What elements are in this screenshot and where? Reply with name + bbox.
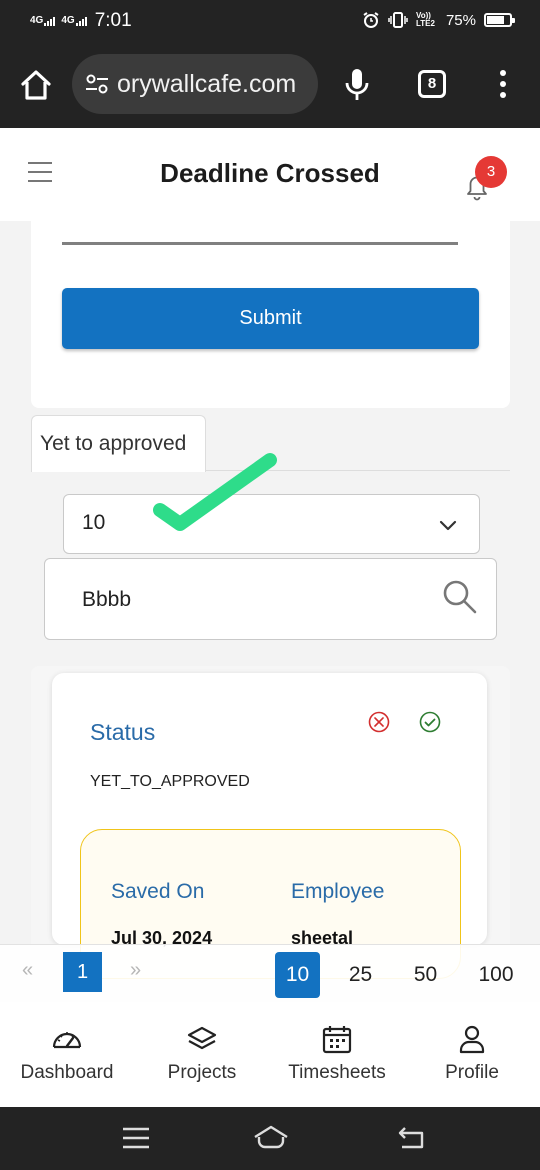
vibrate-icon: [388, 12, 408, 28]
first-page-button[interactable]: «: [22, 959, 33, 982]
clock: 7:01: [94, 10, 132, 31]
dashboard-gauge-icon: [52, 1032, 82, 1049]
current-page-button[interactable]: 1: [63, 952, 102, 992]
page-size-select[interactable]: 10: [63, 494, 480, 554]
saved-on-label: Saved On: [111, 880, 205, 903]
nav-projects[interactable]: Projects: [142, 1024, 262, 1084]
search-value: Bbbb: [82, 588, 132, 611]
next-page-button[interactable]: »: [130, 959, 141, 982]
user-icon: [459, 1025, 485, 1054]
status-value: YET_TO_APPROVED: [90, 773, 250, 790]
nav-timesheets-label: Timesheets: [288, 1062, 386, 1083]
input-underline[interactable]: [62, 242, 458, 245]
chevron-down-icon: [439, 520, 457, 531]
calendar-icon: [322, 1026, 352, 1054]
status-bar: 4G 4G 7:01 Vo)) LTE2 75%: [0, 0, 540, 42]
page-size-option-100[interactable]: 100: [470, 952, 522, 998]
battery-icon: [484, 13, 515, 27]
more-options-icon[interactable]: [498, 70, 508, 102]
nav-dashboard-label: Dashboard: [20, 1062, 114, 1083]
system-navigation-bar: [0, 1107, 540, 1170]
search-icon[interactable]: [441, 578, 479, 616]
page-size-option-50[interactable]: 50: [403, 952, 448, 998]
record-card: Status YET_TO_APPROVED Saved On Employee…: [52, 673, 487, 979]
battery-percent: 75%: [445, 11, 476, 29]
url-text: orywallcafe.com: [117, 70, 297, 98]
pagination-bar: « 1 » 10 25 50 100: [0, 944, 540, 1002]
home-nav-icon[interactable]: [253, 1124, 289, 1152]
nav-projects-label: Projects: [167, 1062, 237, 1083]
tab-divider: [205, 470, 510, 471]
search-input[interactable]: Bbbb: [44, 558, 497, 640]
approve-icon[interactable]: [419, 711, 441, 733]
page-size-option-25[interactable]: 25: [338, 952, 383, 998]
recent-apps-icon[interactable]: [122, 1127, 150, 1149]
nav-timesheets[interactable]: Timesheets: [277, 1024, 397, 1084]
submit-button[interactable]: Submit: [62, 288, 479, 349]
browser-toolbar: orywallcafe.com 8: [0, 42, 540, 128]
form-card: Submit: [31, 221, 510, 408]
home-icon[interactable]: [18, 67, 54, 103]
tab-yet-to-approved[interactable]: Yet to approved: [31, 415, 206, 472]
tab-switcher-button[interactable]: 8: [418, 70, 446, 98]
page-size-option-10[interactable]: 10: [275, 952, 320, 998]
nav-profile-label: Profile: [445, 1062, 499, 1083]
layers-icon: [187, 1026, 217, 1050]
reject-icon[interactable]: [368, 711, 390, 733]
alarm-icon: [363, 12, 379, 28]
employee-label: Employee: [291, 880, 385, 903]
page-size-value: 10: [82, 511, 106, 534]
network-indicator-1: 4G: [30, 16, 56, 26]
network-indicator-2: 4G: [61, 16, 87, 26]
app-header: Deadline Crossed 3: [0, 128, 540, 221]
status-label: Status: [90, 719, 156, 745]
site-settings-icon[interactable]: [84, 71, 110, 97]
nav-profile[interactable]: Profile: [412, 1024, 532, 1084]
volte-indicator: Vo)) LTE2: [415, 11, 435, 28]
bottom-navigation: Dashboard Projects Timesheets Profile: [0, 1002, 540, 1107]
nav-dashboard[interactable]: Dashboard: [7, 1024, 127, 1084]
back-nav-icon[interactable]: [397, 1125, 427, 1151]
page-title: Deadline Crossed: [160, 158, 380, 188]
notification-badge: 3: [475, 156, 507, 188]
url-bar[interactable]: orywallcafe.com: [72, 54, 318, 114]
microphone-icon[interactable]: [344, 68, 370, 102]
